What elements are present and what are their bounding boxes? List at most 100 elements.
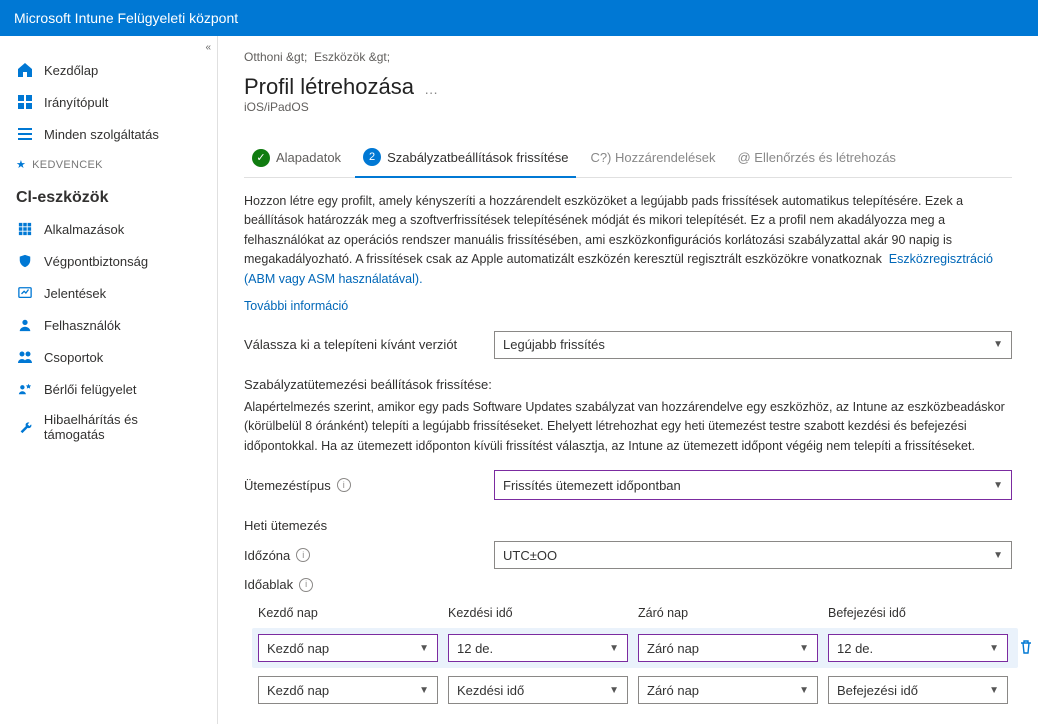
star-icon: ★ <box>16 159 26 171</box>
col-end-time: Befejezési idő <box>828 606 1008 620</box>
chevron-down-icon: ▼ <box>993 480 1003 491</box>
timezone-label: Időzóna <box>244 548 290 563</box>
end-day-select[interactable]: Záró nap ▼ <box>638 676 818 704</box>
select-value: Kezdő nap <box>267 683 329 698</box>
select-value: UTC±OO <box>503 548 557 563</box>
nav-reports[interactable]: Jelentések <box>0 277 217 309</box>
chevron-down-icon: ▼ <box>419 643 429 654</box>
start-day-select[interactable]: Kezdő nap ▼ <box>258 676 438 704</box>
select-value: Befejezési idő <box>837 683 918 698</box>
wizard-steps: ✓ Alapadatok 2 Szabályzatbeállítások fri… <box>244 134 1012 178</box>
select-value: Záró nap <box>647 683 699 698</box>
nav-label: Végpontbiztonság <box>44 254 148 269</box>
user-icon <box>16 316 34 334</box>
page-title-ellipsis[interactable]: … <box>420 81 438 97</box>
wizard-step-policy-settings[interactable]: 2 Szabályzatbeállítások frissítése <box>355 142 576 178</box>
chevron-down-icon: ▼ <box>993 339 1003 350</box>
wizard-step-review[interactable]: @ Ellenőrzés és létrehozás <box>729 144 903 175</box>
chevron-down-icon: ▼ <box>609 643 619 654</box>
wizard-step-basics[interactable]: ✓ Alapadatok <box>244 143 349 177</box>
step-badge-current: 2 <box>363 148 381 166</box>
sidebar-section-title: Cl-eszközök <box>0 175 217 213</box>
nav-dashboard[interactable]: Irányítópult <box>0 86 217 118</box>
select-value: Záró nap <box>647 641 699 656</box>
nav-endpoint-security[interactable]: Végpontbiztonság <box>0 245 217 277</box>
nav-label: Bérlői felügyelet <box>44 382 137 397</box>
nav-troubleshoot[interactable]: Hibaelhárítás és támogatás <box>0 405 217 449</box>
start-day-select[interactable]: Kezdő nap ▼ <box>258 634 438 662</box>
nav-label: Jelentések <box>44 286 106 301</box>
shield-icon <box>16 252 34 270</box>
select-value: Legújabb frissítés <box>503 337 605 352</box>
nav-home[interactable]: Kezdőlap <box>0 54 217 86</box>
col-start-time: Kezdési idő <box>448 606 628 620</box>
tenant-icon <box>16 380 34 398</box>
start-time-select[interactable]: 12 de. ▼ <box>448 634 628 662</box>
step-label: Szabályzatbeállítások frissítése <box>387 150 568 165</box>
collapse-icon[interactable]: « <box>205 42 211 53</box>
wrench-icon <box>16 418 34 436</box>
schedule-type-label: Ütemezéstípus <box>244 478 331 493</box>
timezone-select[interactable]: UTC±OO ▼ <box>494 541 1012 569</box>
chevron-down-icon: ▼ <box>799 685 809 696</box>
select-value: Frissítés ütemezett időpontban <box>503 478 681 493</box>
nav-label: Hibaelhárítás és támogatás <box>44 412 201 442</box>
page-subtitle: iOS/iPadOS <box>244 100 1012 114</box>
nav-label: Csoportok <box>44 350 103 365</box>
apps-icon <box>16 220 34 238</box>
weekly-schedule-label: Heti ütemezés <box>244 518 1012 533</box>
schedule-row: Kezdő nap ▼ Kezdési idő ▼ Záró nap ▼ Bef… <box>258 676 1012 704</box>
chevron-down-icon: ▼ <box>993 550 1003 561</box>
select-value: 12 de. <box>457 641 493 656</box>
nav-label: Felhasználók <box>44 318 121 333</box>
info-icon[interactable]: i <box>299 578 313 592</box>
select-value: Kezdési idő <box>457 683 524 698</box>
end-time-select[interactable]: 12 de. ▼ <box>828 634 1008 662</box>
nav-label: Alkalmazások <box>44 222 124 237</box>
nav-tenant-admin[interactable]: Bérlői felügyelet <box>0 373 217 405</box>
time-window-label: Időablak <box>244 577 293 592</box>
home-icon <box>16 61 34 79</box>
chevron-down-icon: ▼ <box>419 685 429 696</box>
chevron-down-icon: ▼ <box>799 643 809 654</box>
reports-icon <box>16 284 34 302</box>
breadcrumb: Otthoni &gt; Eszközök &gt; <box>244 50 1012 64</box>
end-time-select[interactable]: Befejezési idő ▼ <box>828 676 1008 704</box>
nav-users[interactable]: Felhasználók <box>0 309 217 341</box>
select-value: 12 de. <box>837 641 873 656</box>
end-day-select[interactable]: Záró nap ▼ <box>638 634 818 662</box>
chevron-down-icon: ▼ <box>989 643 999 654</box>
dashboard-icon <box>16 93 34 111</box>
sidebar: « Kezdőlap Irányítópult Minden szolgálta… <box>0 36 218 724</box>
main-content: Otthoni &gt; Eszközök &gt; Profil létreh… <box>218 36 1038 724</box>
col-start-day: Kezdő nap <box>258 606 438 620</box>
nav-apps[interactable]: Alkalmazások <box>0 213 217 245</box>
nav-all-services[interactable]: Minden szolgáltatás <box>0 118 217 150</box>
schedule-desc: Alapértelmezés szerint, amikor egy pads … <box>244 398 1012 456</box>
chevron-down-icon: ▼ <box>609 685 619 696</box>
breadcrumb-home[interactable]: Otthoni &gt; <box>244 50 307 64</box>
favorites-label: ★KEDVENCEK <box>0 150 217 175</box>
wizard-step-assignments[interactable]: C?) Hozzárendelések <box>582 144 723 175</box>
step-label: @ Ellenőrzés és létrehozás <box>737 150 895 165</box>
start-time-select[interactable]: Kezdési idő ▼ <box>448 676 628 704</box>
schedule-settings-label: Szabályzatütemezési beállítások frissíté… <box>244 377 1012 392</box>
version-label: Válassza ki a telepíteni kívánt verziót <box>244 337 494 352</box>
version-select[interactable]: Legújabb frissítés ▼ <box>494 331 1012 359</box>
nav-label: Irányítópult <box>44 95 108 110</box>
more-info-link[interactable]: További információ <box>244 299 1012 313</box>
col-end-day: Záró nap <box>638 606 818 620</box>
info-icon[interactable]: i <box>337 478 351 492</box>
schedule-type-select[interactable]: Frissítés ütemezett időpontban ▼ <box>494 470 1012 500</box>
nav-groups[interactable]: Csoportok <box>0 341 217 373</box>
info-icon[interactable]: i <box>296 548 310 562</box>
groups-icon <box>16 348 34 366</box>
all-services-icon <box>16 125 34 143</box>
schedule-row: Kezdő nap ▼ 12 de. ▼ Záró nap ▼ 12 de. ▼ <box>252 628 1018 668</box>
delete-row-button[interactable] <box>1018 639 1036 657</box>
page-title: Profil létrehozása <box>244 74 414 99</box>
step-label: Alapadatok <box>276 150 341 165</box>
chevron-down-icon: ▼ <box>989 685 999 696</box>
breadcrumb-devices[interactable]: Eszközök &gt; <box>314 50 390 64</box>
intro-text: Hozzon létre egy profilt, amely kényszer… <box>244 192 1012 289</box>
